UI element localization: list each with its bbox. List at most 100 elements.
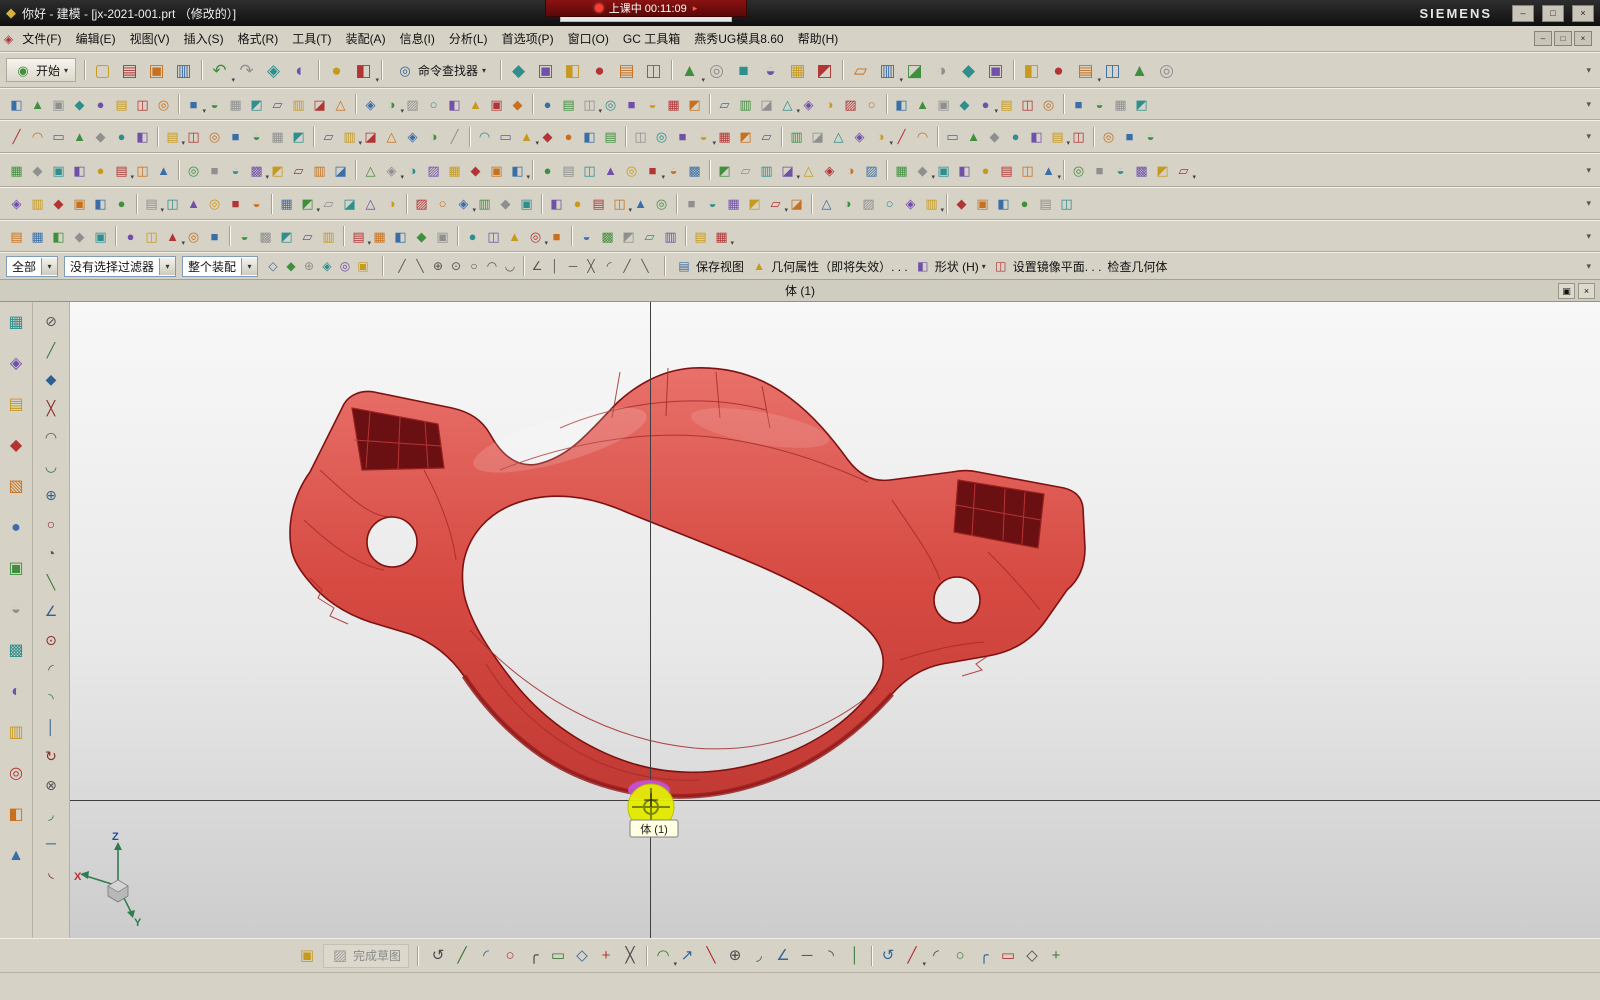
tool-icon[interactable]: ▣: [972, 193, 993, 214]
tool-icon[interactable]: ●: [323, 57, 350, 84]
tool-icon[interactable]: ◧: [4, 803, 28, 827]
tool-icon[interactable]: ╱: [41, 340, 61, 360]
tool-icon[interactable]: ◫: [640, 57, 667, 84]
tool-icon[interactable]: ◫: [1099, 57, 1126, 84]
tool-icon[interactable]: ▲: [27, 94, 48, 115]
tool-icon[interactable]: ◩: [1131, 94, 1152, 115]
tool-icon[interactable]: ◪: [777, 160, 800, 181]
tool-icon[interactable]: ▣: [354, 257, 372, 275]
tool-icon[interactable]: ▤: [1072, 57, 1102, 84]
tool-icon[interactable]: ▤: [613, 57, 640, 84]
tool-icon[interactable]: ◧: [546, 193, 567, 214]
tool-icon[interactable]: ◑: [381, 193, 402, 214]
tool-icon[interactable]: ▣: [48, 160, 69, 181]
menu-item-2[interactable]: 视图(V): [123, 27, 177, 50]
close-button[interactable]: ×: [1572, 4, 1594, 22]
tool-icon[interactable]: ╳: [582, 257, 600, 275]
tool-icon[interactable]: ▨: [402, 94, 423, 115]
tool-icon[interactable]: ◪: [339, 193, 360, 214]
tool-icon[interactable]: ○: [948, 944, 972, 968]
tool-icon[interactable]: ◠: [41, 427, 61, 447]
tool-icon[interactable]: ◎: [204, 193, 225, 214]
tool-icon[interactable]: ▱: [735, 160, 756, 181]
tool-icon[interactable]: ◧: [90, 193, 111, 214]
tool-icon[interactable]: ◑: [381, 94, 404, 115]
tool-icon[interactable]: ▥: [921, 193, 944, 214]
tool-icon[interactable]: ◇: [264, 257, 282, 275]
menu-item-1[interactable]: 编辑(E): [69, 27, 123, 50]
tool-icon[interactable]: ↶: [206, 57, 235, 84]
tool-icon[interactable]: │: [41, 717, 61, 737]
tool-icon[interactable]: ●: [111, 193, 132, 214]
tool-icon[interactable]: ▥: [288, 94, 309, 115]
tool-icon[interactable]: ▣: [69, 193, 90, 214]
tool-icon[interactable]: ■: [672, 126, 693, 147]
tool-icon[interactable]: ▦: [27, 226, 48, 247]
tool-icon[interactable]: ◒: [642, 94, 663, 115]
tool-icon[interactable]: ▥: [339, 126, 362, 147]
tool-icon[interactable]: ◎: [1098, 126, 1119, 147]
tool-icon[interactable]: ◩: [276, 226, 297, 247]
tool-icon[interactable]: ◞: [41, 804, 61, 824]
toolbar-overflow-icon[interactable]: ▾: [1586, 165, 1594, 176]
tool-icon[interactable]: ▣: [4, 557, 28, 581]
tool-icon[interactable]: ▱: [639, 226, 660, 247]
tool-icon[interactable]: ◫: [630, 126, 651, 147]
tool-icon[interactable]: ▩: [684, 160, 705, 181]
tool-icon[interactable]: ▦: [444, 160, 465, 181]
tool-icon[interactable]: ◩: [714, 160, 735, 181]
menu-item-3[interactable]: 插入(S): [177, 27, 231, 50]
tool-icon[interactable]: ◒: [1140, 126, 1161, 147]
tool-icon[interactable]: ◆: [48, 193, 69, 214]
tool-icon[interactable]: ■: [621, 94, 642, 115]
tool-icon[interactable]: ◩: [735, 126, 756, 147]
tool-icon[interactable]: ◒: [204, 94, 225, 115]
tool-icon[interactable]: ●: [975, 94, 998, 115]
tool-icon[interactable]: ◎: [525, 226, 548, 247]
tool-icon[interactable]: ◈: [260, 57, 287, 84]
tool-icon[interactable]: ▧: [4, 475, 28, 499]
tool-icon[interactable]: ◎: [4, 762, 28, 786]
tool-icon[interactable]: ■: [730, 57, 757, 84]
tool-icon[interactable]: ◈: [402, 126, 423, 147]
tool-icon[interactable]: ▦: [276, 193, 297, 214]
tool-icon[interactable]: ◑: [423, 126, 444, 147]
tool-icon[interactable]: ◧: [132, 126, 153, 147]
tool-icon[interactable]: ╲: [41, 572, 61, 592]
tool-icon[interactable]: ◧: [507, 160, 530, 181]
tool-icon[interactable]: ◎: [183, 226, 204, 247]
tool-icon[interactable]: ▤: [996, 94, 1017, 115]
tool-icon[interactable]: ▩: [4, 639, 28, 663]
tool-icon[interactable]: ▦: [369, 226, 390, 247]
menu-item-4[interactable]: 格式(R): [231, 27, 286, 50]
shape-menu-button[interactable]: ◧ 形状 (H) ▾: [914, 257, 986, 275]
mirror-plane-button[interactable]: ◫ 设置镜像平面. . .: [992, 257, 1101, 275]
tool-icon[interactable]: ◫: [132, 94, 153, 115]
tool-icon[interactable]: ◆: [984, 126, 1005, 147]
tool-icon[interactable]: ◡: [501, 257, 519, 275]
tool-icon[interactable]: ◫: [483, 226, 504, 247]
tool-icon[interactable]: ◈: [381, 160, 405, 181]
tool-icon[interactable]: ◎: [183, 160, 204, 181]
tool-icon[interactable]: ○: [423, 94, 444, 115]
tool-icon[interactable]: ◒: [663, 160, 684, 181]
tool-icon[interactable]: ◈: [798, 94, 819, 115]
tool-icon[interactable]: ▥: [170, 57, 197, 84]
tool-icon[interactable]: ╲: [636, 257, 654, 275]
tool-icon[interactable]: ○: [498, 944, 522, 968]
toolbar-overflow-icon[interactable]: ▾: [1586, 198, 1594, 209]
tool-icon[interactable]: ◝: [819, 944, 843, 968]
sketch-task-icon[interactable]: ▣: [295, 944, 319, 968]
toolbar-overflow-icon[interactable]: ▾: [1586, 231, 1594, 242]
tool-icon[interactable]: ◎: [153, 94, 174, 115]
tool-icon[interactable]: ─: [41, 833, 61, 853]
tool-icon[interactable]: ◒: [225, 160, 246, 181]
tool-icon[interactable]: ▨: [861, 160, 882, 181]
tool-icon[interactable]: ╱: [900, 944, 927, 968]
tool-icon[interactable]: ◠: [912, 126, 933, 147]
geometry-properties-button[interactable]: ▲ 几何属性（即将失效）. . .: [750, 257, 908, 275]
tool-icon[interactable]: ↷: [233, 57, 260, 84]
tool-icon[interactable]: ▭: [996, 944, 1020, 968]
tool-icon[interactable]: ◠: [27, 126, 48, 147]
tool-icon[interactable]: ▦: [663, 94, 684, 115]
